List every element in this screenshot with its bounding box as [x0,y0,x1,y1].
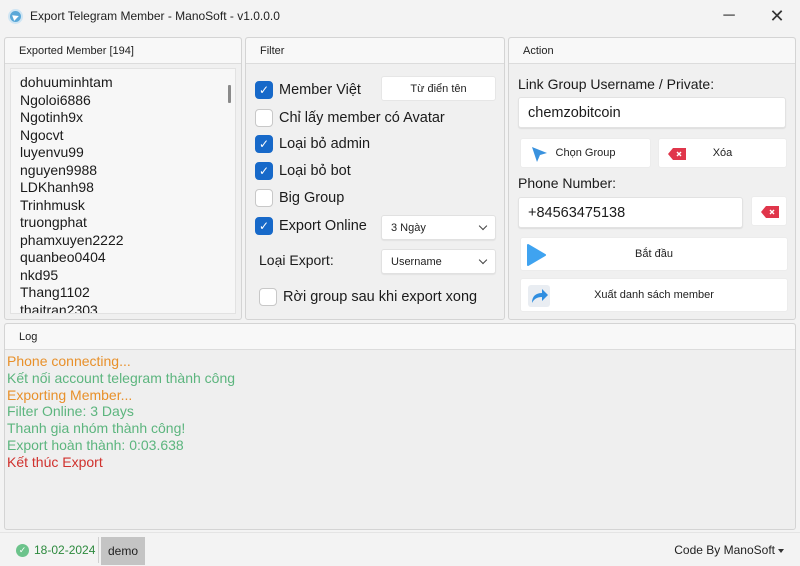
member-list-item[interactable]: quanbeo0404 [20,249,235,267]
start-button[interactable]: Bắt đầu [520,237,788,271]
log-panel: Log Phone connecting... Kết nối account t… [4,323,796,530]
log-line: Filter Online: 3 Days [7,403,134,420]
close-icon: ✕ [769,5,785,26]
title-bar: Export Telegram Member - ManoSoft - v1.0… [0,0,800,34]
filter-header: Filter [246,38,504,64]
export-type-select[interactable]: Username [381,249,496,274]
exclude-admin-checkbox[interactable]: ✓ Loại bỏ admin [255,135,370,153]
member-list-item[interactable]: Ngotinh9x [20,109,235,127]
log-line: Phone connecting... [7,353,131,369]
exported-member-header: Exported Member [194] [5,38,241,64]
checkbox-box[interactable]: ✓ [255,162,273,180]
license-date: 18-02-2024 [34,543,96,557]
export-members-button[interactable]: Xuất danh sách member [520,278,788,312]
link-group-label: Link Group Username / Private: [518,76,715,92]
choose-group-button[interactable]: Chọn Group [520,138,651,168]
member-list-item[interactable]: luyenvu99 [20,144,235,162]
action-panel: Action Link Group Username / Private: ch… [508,37,796,320]
big-group-label: Big Group [279,190,345,206]
online-range-select[interactable]: 3 Ngày [381,215,496,240]
export-members-label: Xuất danh sách member [594,289,714,301]
checkbox-box[interactable] [255,189,273,207]
member-list-item[interactable]: nkd95 [20,267,235,285]
minimize-button[interactable]: ─ [706,0,752,32]
member-list-item[interactable]: Trinhmusk [20,197,235,215]
log-header: Log [5,324,795,350]
clear-link-label: Xóa [712,147,733,159]
export-type-value: Username [391,255,442,268]
log-line: Thanh gia nhóm thành công! [7,420,186,437]
chevron-down-icon [478,221,488,231]
member-list-item[interactable]: Thang1102 [20,284,235,302]
clear-link-button[interactable]: Xóa [658,138,787,168]
member-list-item[interactable]: thaitran2303 [20,302,235,314]
member-list[interactable]: dohuuminhtam Ngoloi6886 Ngotinh9x Ngocvt luy… [10,68,236,314]
member-list-item[interactable]: nguyen9988 [20,162,235,180]
exclude-admin-label: Loại bỏ admin [279,136,371,152]
exported-member-panel: Exported Member [194] dohuuminhtam Ngoloi… [4,37,242,320]
clear-phone-button[interactable] [751,196,787,226]
exclude-bot-label: Loại bỏ bot [279,163,351,179]
member-list-item[interactable]: LDKhanh98 [20,179,235,197]
dictionary-button[interactable]: Từ điển tên [381,76,496,101]
chevron-down-icon [478,255,488,265]
member-viet-label: Member Việt [279,82,361,98]
status-bar: ✓ 18-02-2024 demo Code By ManoSoft [0,532,800,566]
phone-number-value: +84563475138 [528,204,626,221]
telegram-app-icon [8,9,23,24]
window-title: Export Telegram Member - ManoSoft - v1.0… [30,9,280,23]
status-divider [98,537,99,563]
log-line: Exporting Member... [7,386,133,403]
member-list-scrollbar[interactable] [228,85,231,103]
start-label: Bắt đầu [635,248,673,260]
exclude-bot-checkbox[interactable]: ✓ Loại bỏ bot [255,162,351,180]
member-list-item[interactable]: dohuuminhtam [20,74,235,92]
credit-dropdown[interactable]: Code By ManoSoft [674,543,784,557]
link-group-input[interactable]: chemzobitcoin [518,97,786,128]
export-online-checkbox[interactable]: ✓ Export Online [255,217,367,235]
online-range-value: 3 Ngày [391,221,426,234]
log-line: Export hoàn thành: 0:03.638 [7,436,184,453]
filter-panel: Filter ✓ Member Việt Từ điển tên Chỉ lấy… [245,37,505,320]
export-online-label: Export Online [279,218,367,234]
checkbox-box[interactable]: ✓ [255,81,273,99]
check-circle-icon: ✓ [16,544,29,557]
member-viet-checkbox[interactable]: ✓ Member Việt [255,81,361,99]
member-list-item[interactable]: Ngoloi6886 [20,92,235,110]
user-badge: demo [101,537,145,565]
close-button[interactable]: ✕ [754,0,800,32]
choose-group-label: Chọn Group [555,147,616,159]
member-list-item[interactable]: phamxuyen2222 [20,232,235,250]
backspace-clear-icon [761,206,779,218]
caret-down-icon [778,548,784,553]
log-line: Kết nối account telegram thành công [7,369,236,386]
log-line: Kết thúc Export [7,453,103,470]
export-type-label: Loại Export: [259,252,334,268]
member-list-item[interactable]: Ngocvt [20,127,235,145]
checkbox-box[interactable]: ✓ [255,135,273,153]
checkbox-box[interactable] [255,109,273,127]
phone-number-label: Phone Number: [518,175,617,191]
phone-number-input[interactable]: +84563475138 [518,197,743,228]
log-output[interactable]: Phone connecting... Kết nối account teleg… [7,353,235,471]
link-group-value: chemzobitcoin [528,104,621,121]
checkbox-box[interactable]: ✓ [255,217,273,235]
avatar-only-checkbox[interactable]: Chỉ lấy member có Avatar [255,109,445,127]
credit-label: Code By ManoSoft [674,543,775,557]
minimize-icon: ─ [723,7,735,24]
leave-group-checkbox[interactable]: Rời group sau khi export xong [259,288,477,306]
action-header: Action [509,38,795,64]
leave-group-label: Rời group sau khi export xong [283,289,478,305]
avatar-only-label: Chỉ lấy member có Avatar [279,110,445,126]
checkbox-box[interactable] [259,288,277,306]
big-group-checkbox[interactable]: Big Group [255,189,344,207]
member-list-item[interactable]: truongphat [20,214,235,232]
